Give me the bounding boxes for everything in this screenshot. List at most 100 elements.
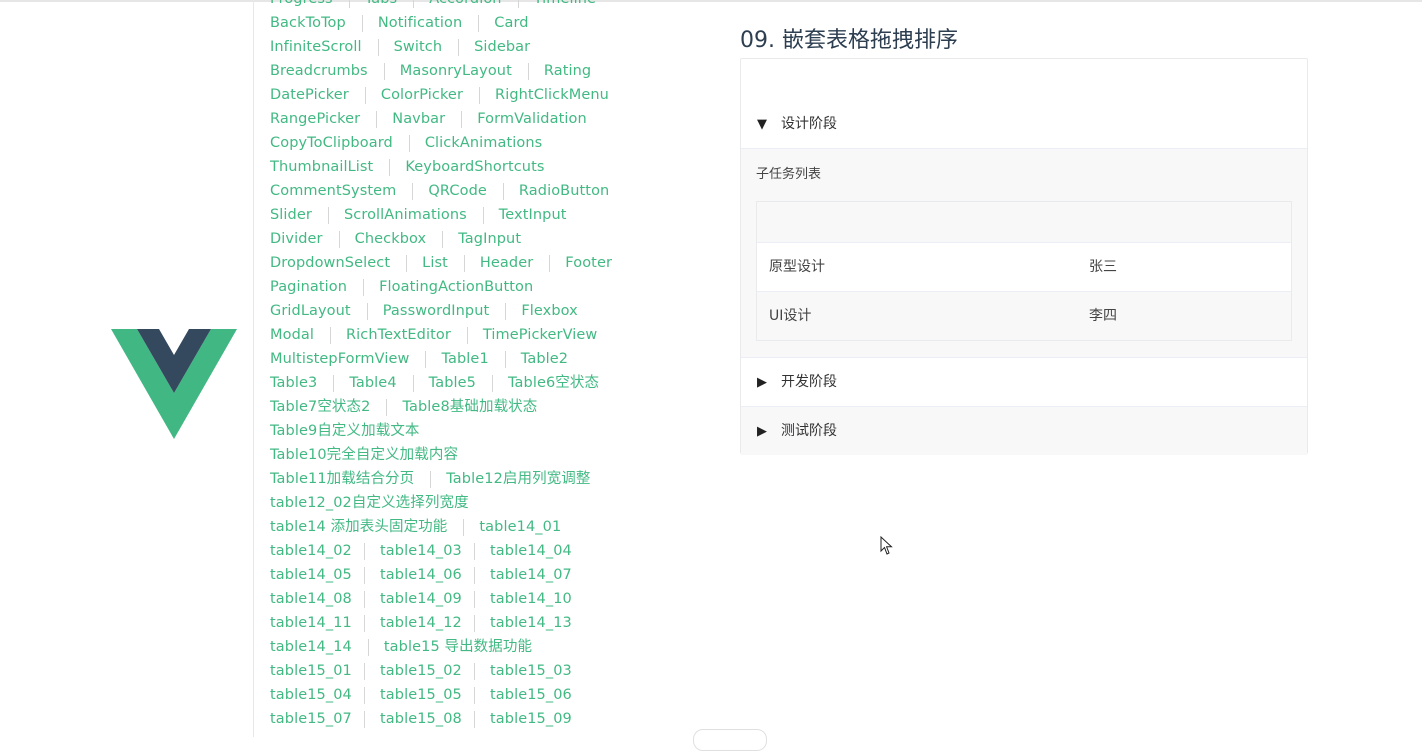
nav-link[interactable]: MultistepFormView (254, 347, 425, 371)
nav-link[interactable]: table14 添加表头固定功能 (254, 515, 463, 539)
nav-link[interactable]: Flexbox (505, 299, 594, 323)
nav-link[interactable]: Timeline (517, 0, 612, 11)
nav-link[interactable]: GridLayout (254, 299, 367, 323)
nav-link[interactable]: Table1 (425, 347, 504, 371)
nav-link[interactable]: Accordion (413, 0, 517, 11)
nav-link[interactable]: table15_04 (254, 683, 364, 707)
nav-link[interactable]: MasonryLayout (383, 59, 528, 83)
nav-link[interactable]: Table11加载结合分页 (254, 467, 430, 491)
nav-link[interactable]: table14_10 (474, 587, 584, 611)
nav-link[interactable]: table14_02 (254, 539, 364, 563)
nav-link[interactable]: table15 导出数据功能 (367, 635, 548, 659)
nav-link[interactable]: Navbar (376, 107, 461, 131)
nav-link[interactable]: Table5 (412, 371, 492, 395)
nav-link[interactable]: Header (463, 251, 549, 275)
nav-link[interactable]: table14_03 (364, 539, 474, 563)
nav-link[interactable]: FloatingActionButton (363, 275, 549, 299)
nav-link[interactable]: Table12启用列宽调整 (430, 467, 606, 491)
nav-link[interactable]: TextInput (482, 203, 583, 227)
nav-link[interactable]: Table6空状态 (491, 371, 615, 395)
nav-link[interactable]: Table7空状态2 (254, 395, 386, 419)
floating-pager[interactable] (693, 729, 767, 751)
nav-link[interactable]: table15_06 (474, 683, 584, 707)
nav-link[interactable]: Checkbox (338, 227, 443, 251)
nav-link[interactable]: Pagination (254, 275, 363, 299)
table-row[interactable]: 原型设计 张三 (757, 243, 1291, 292)
nav-link[interactable]: CommentSystem (254, 179, 412, 203)
nav-link[interactable]: table14_06 (364, 563, 474, 587)
expand-caret-icon[interactable]: ▼ (757, 101, 781, 149)
stage-row-design[interactable]: ▼ 设计阶段 (741, 100, 1307, 149)
nav-link[interactable]: table14_12 (364, 611, 474, 635)
nav-link[interactable]: table14_14 (254, 635, 368, 659)
nav-link[interactable]: table12_02自定义选择列宽度 (254, 491, 485, 515)
nav-link[interactable]: Modal (254, 323, 330, 347)
nav-link[interactable]: Sidebar (458, 35, 546, 59)
nav-link[interactable]: table14_08 (254, 587, 364, 611)
nav-link[interactable]: table14_07 (474, 563, 584, 587)
subtasks-title: 子任务列表 (756, 167, 822, 182)
nav-link[interactable]: RichTextEditor (330, 323, 467, 347)
nav-link[interactable]: table14_05 (254, 563, 364, 587)
nav-link[interactable]: PasswordInput (366, 299, 506, 323)
nav-link[interactable]: Slider (254, 203, 328, 227)
nav-row: MultistepFormView Table1 Table2 (254, 347, 624, 371)
nav-link[interactable]: Table8基础加载状态 (386, 395, 553, 419)
nav-link[interactable]: ClickAnimations (408, 131, 559, 155)
nav-link[interactable]: table14_01 (463, 515, 577, 539)
nav-link[interactable]: table14_11 (254, 611, 364, 635)
nav-link[interactable]: Notification (361, 11, 478, 35)
nav-link[interactable]: BackToTop (254, 11, 362, 35)
vue-logo (111, 329, 237, 439)
nav-link[interactable]: Breadcrumbs (254, 59, 384, 83)
nav-link[interactable]: table15_08 (364, 707, 474, 731)
expand-caret-icon[interactable]: ▶ (757, 359, 781, 407)
nav-link[interactable]: RightClickMenu (479, 83, 625, 107)
nav-link[interactable]: ScrollAnimations (327, 203, 483, 227)
nav-link[interactable]: DatePicker (254, 83, 365, 107)
nav-link[interactable]: table15_01 (254, 659, 364, 683)
nav-link[interactable]: RangePicker (254, 107, 376, 131)
expand-caret-icon[interactable]: ▶ (757, 408, 781, 456)
nav-link[interactable]: FormValidation (461, 107, 603, 131)
nav-link[interactable]: Table9自定义加载文本 (254, 419, 436, 443)
nav-link[interactable]: table14_13 (474, 611, 584, 635)
nav-link[interactable]: ThumbnailList (254, 155, 389, 179)
nav-link[interactable]: Rating (527, 59, 607, 83)
nav-link[interactable]: Table3 (254, 371, 333, 395)
nav-link[interactable]: Divider (254, 227, 339, 251)
nav-link[interactable]: Table4 (333, 371, 412, 395)
nav-row: Modal RichTextEditor TimePickerView (254, 323, 624, 347)
nav-link[interactable]: table14_04 (474, 539, 584, 563)
subtask-name: UI设计 (769, 308, 812, 324)
nav-link[interactable]: InfiniteScroll (254, 35, 378, 59)
nav-link[interactable]: Tabs (348, 0, 414, 11)
stage-row-testing[interactable]: ▶ 测试阶段 (741, 407, 1307, 455)
nav-link[interactable]: TagInput (442, 227, 537, 251)
nav-link[interactable]: ColorPicker (364, 83, 479, 107)
nav-link[interactable]: DropdownSelect (254, 251, 406, 275)
nav-link[interactable]: table14_09 (364, 587, 474, 611)
nav-link[interactable]: Progress (254, 0, 349, 11)
top-divider (0, 0, 1422, 2)
nav-link[interactable]: Table2 (504, 347, 584, 371)
stage-row-development[interactable]: ▶ 开发阶段 (741, 358, 1307, 407)
nav-link[interactable]: Footer (549, 251, 628, 275)
nav-link[interactable]: table15_05 (364, 683, 474, 707)
nav-link[interactable]: RadioButton (502, 179, 625, 203)
nav-link[interactable]: QRCode (412, 179, 503, 203)
table-row[interactable]: UI设计 李四 (757, 292, 1291, 340)
nav-link[interactable]: table15_07 (254, 707, 364, 731)
nav-link[interactable]: table15_09 (474, 707, 584, 731)
nav-link[interactable]: TimePickerView (466, 323, 613, 347)
nav-link[interactable]: CopyToClipboard (254, 131, 409, 155)
nav-link[interactable]: table15_02 (364, 659, 474, 683)
nav-link[interactable]: Table10完全自定义加载内容 (254, 443, 474, 467)
nav-row: table14_11 table14_12 table14_13 (254, 611, 624, 635)
nav-link[interactable]: table15_03 (474, 659, 584, 683)
nav-row: table15_01 table15_02 table15_03 (254, 659, 624, 683)
nav-link[interactable]: KeyboardShortcuts (389, 155, 560, 179)
nav-link[interactable]: Switch (377, 35, 459, 59)
nav-link[interactable]: Card (478, 11, 544, 35)
nav-link[interactable]: List (406, 251, 464, 275)
